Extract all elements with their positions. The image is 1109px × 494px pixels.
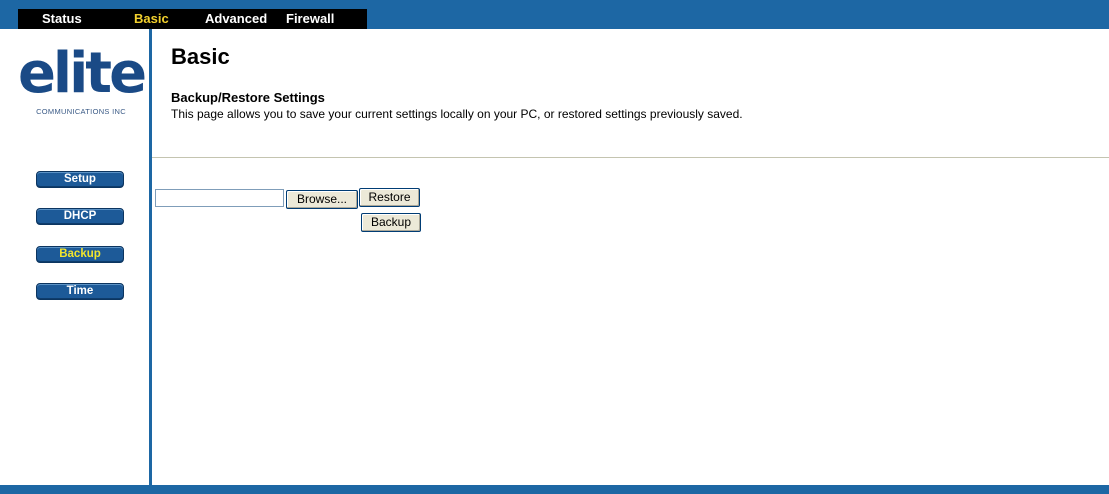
sidebar-divider — [149, 29, 152, 485]
sidebar-item-dhcp[interactable]: DHCP — [36, 208, 124, 225]
tab-status[interactable]: Status — [42, 9, 82, 29]
tab-advanced[interactable]: Advanced — [205, 9, 267, 29]
sidebar-item-time[interactable]: Time — [36, 283, 124, 300]
tab-basic[interactable]: Basic — [134, 9, 169, 29]
file-path-input[interactable] — [155, 189, 284, 207]
logo-subtitle: COMMUNICATIONS INC — [36, 107, 126, 116]
page-description: This page allows you to save your curren… — [171, 107, 743, 121]
backup-button[interactable]: Backup — [361, 213, 421, 232]
sidebar-item-backup[interactable]: Backup — [36, 246, 124, 263]
restore-button[interactable]: Restore — [359, 188, 420, 207]
sidebar-item-setup[interactable]: Setup — [36, 171, 124, 188]
browse-button[interactable]: Browse... — [286, 190, 358, 209]
content-divider — [152, 157, 1109, 158]
brand-logo: elite COMMUNICATIONS INC — [16, 41, 147, 124]
page-title: Basic — [171, 44, 230, 69]
top-nav-bar: Status Basic Advanced Firewall — [0, 0, 1109, 29]
logo-wordmark: elite — [17, 41, 147, 106]
footer-bar — [0, 485, 1109, 494]
tab-firewall[interactable]: Firewall — [286, 9, 334, 29]
section-title: Backup/Restore Settings — [171, 90, 325, 105]
